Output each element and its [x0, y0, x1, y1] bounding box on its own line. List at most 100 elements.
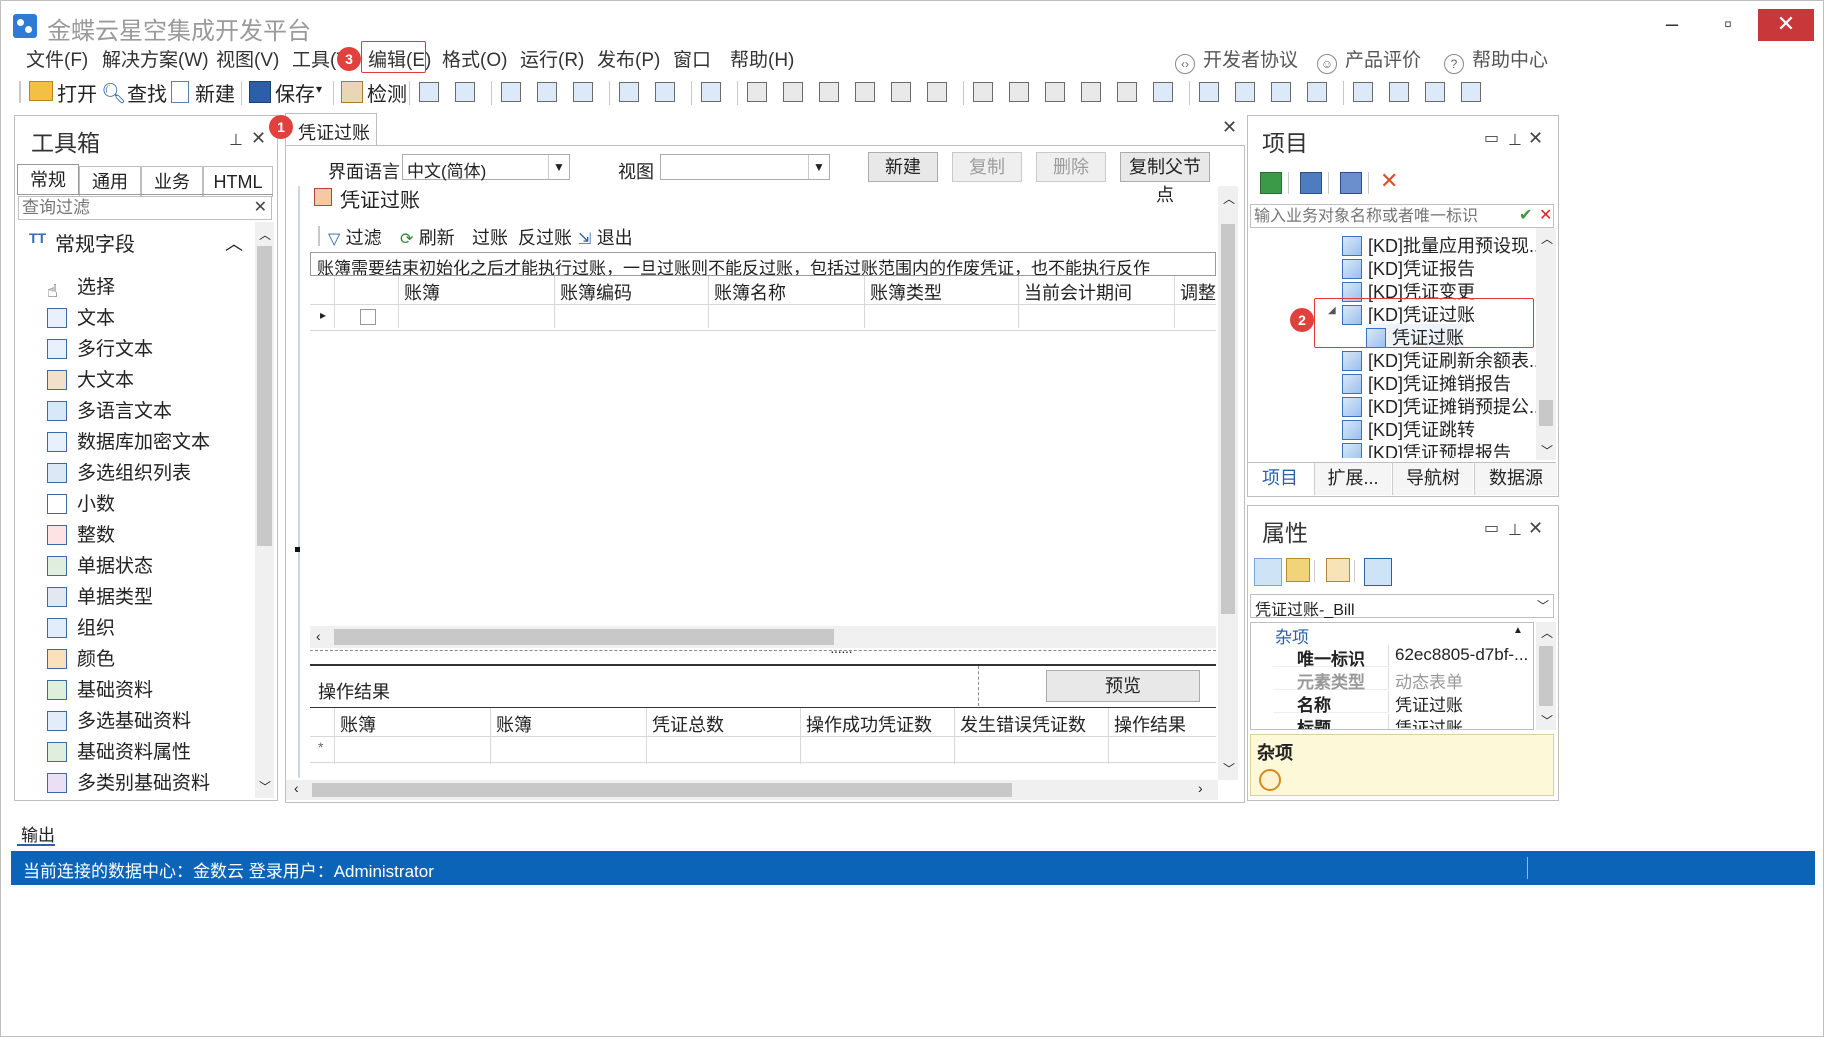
tab-nav-tree[interactable]: 导航树: [1392, 463, 1473, 495]
view-select[interactable]: ▼: [660, 154, 830, 180]
layer-icon[interactable]: [1235, 82, 1255, 102]
edit-page-icon[interactable]: [1326, 558, 1350, 582]
scroll-left-icon[interactable]: ‹: [294, 780, 299, 796]
col-book-type[interactable]: 账簿类型: [870, 279, 942, 305]
refresh-project-icon[interactable]: [1260, 172, 1282, 194]
delete-x-icon[interactable]: ✕: [1380, 168, 1398, 194]
scroll-thumb[interactable]: [257, 246, 272, 546]
help-center-link[interactable]: ? 帮助中心: [1444, 45, 1548, 74]
scroll-thumb[interactable]: [1539, 646, 1553, 706]
paste-icon[interactable]: [1389, 82, 1409, 102]
align-left-icon[interactable]: [747, 82, 767, 102]
col-adjust-period[interactable]: 调整期: [1180, 279, 1216, 305]
toolbox-item-multi-base-data[interactable]: 多选基础资料: [47, 706, 191, 734]
tree-item[interactable]: [KD]批量应用预设现...: [1342, 232, 1536, 256]
scroll-thumb[interactable]: [312, 783, 1012, 797]
doc-tab-voucher-posting[interactable]: 凭证过账: [285, 113, 377, 146]
tools-icon[interactable]: [537, 82, 557, 102]
lock-icon[interactable]: [1425, 82, 1445, 102]
toolbox-item-select[interactable]: ☝ 选择: [47, 272, 115, 302]
align-center-icon[interactable]: [783, 82, 803, 102]
tree-item[interactable]: [KD]凭证刷新余额表...: [1342, 347, 1536, 371]
tab-project[interactable]: 项目: [1248, 463, 1312, 495]
delete-view-button[interactable]: 删除: [1036, 152, 1106, 182]
tree-item[interactable]: [KD]凭证预提报告: [1342, 439, 1511, 458]
window-icon[interactable]: ▭: [1484, 128, 1499, 148]
toolbox-item-large-text[interactable]: 大文本: [47, 365, 134, 393]
action-post[interactable]: 过账: [472, 224, 508, 250]
scroll-thumb[interactable]: [1221, 224, 1235, 614]
property-row[interactable]: 唯一标识 62ec8805-d7bf-...: [1251, 645, 1533, 669]
developer-agreement-link[interactable]: ‹› 开发者协议: [1175, 45, 1298, 74]
tab-order-icon[interactable]: [1199, 82, 1219, 102]
scroll-up-icon[interactable]: ︿: [1541, 230, 1553, 247]
form-design-icon[interactable]: [419, 82, 439, 102]
rcol-book-2[interactable]: 账簿: [496, 711, 532, 737]
toolbox-item-multi-category-base-data[interactable]: 多类别基础资料: [47, 768, 210, 796]
menu-format[interactable]: 格式(O): [442, 45, 507, 72]
sort-alpha-icon[interactable]: [1286, 558, 1310, 582]
same-width-icon[interactable]: [973, 82, 993, 102]
close-panel-icon[interactable]: ✕: [1528, 128, 1543, 149]
align-bottom-icon[interactable]: [927, 82, 947, 102]
property-scrollbar[interactable]: ︿ ﹀: [1536, 622, 1556, 730]
action-refresh[interactable]: ⟳ 刷新: [400, 224, 455, 250]
menu-window[interactable]: 窗口: [673, 45, 711, 72]
tab-extensions[interactable]: 扩展...: [1314, 463, 1391, 495]
project-search[interactable]: ✔ ✕: [1250, 204, 1554, 228]
toolbox-item-decimal[interactable]: 小数: [47, 489, 115, 517]
toolbox-item-bill-status[interactable]: 单据状态: [47, 551, 153, 579]
same-size-icon[interactable]: [1045, 82, 1065, 102]
output-tab[interactable]: 输出: [21, 821, 55, 846]
rcol-result[interactable]: 操作结果: [1114, 711, 1186, 737]
scroll-up-icon[interactable]: ︿: [1541, 624, 1553, 641]
toolbox-filter[interactable]: ✕: [18, 196, 272, 220]
tree-item[interactable]: [KD]凭证摊销报告: [1342, 370, 1511, 394]
business-object-icon[interactable]: [1340, 172, 1362, 194]
rcol-book[interactable]: 账簿: [340, 711, 376, 737]
align-middle-icon[interactable]: [891, 82, 911, 102]
pin-icon[interactable]: ⊥: [1508, 130, 1522, 150]
send-back-icon[interactable]: [1307, 82, 1327, 102]
toolbox-item-multilang-text[interactable]: 多语言文本: [47, 396, 172, 424]
pin-icon[interactable]: ⊥: [229, 130, 243, 150]
window-icon[interactable]: ▭: [1484, 518, 1499, 538]
calendar-icon[interactable]: [1461, 82, 1481, 102]
clear-icon[interactable]: ✕: [254, 197, 267, 217]
property-row[interactable]: 名称 凭证过账: [1251, 691, 1533, 715]
designer-hscrollbar[interactable]: ‹ ›: [286, 780, 1218, 800]
toolbox-item-text[interactable]: 文本: [47, 303, 115, 331]
splitter-grip[interactable]: ······: [830, 643, 853, 659]
rcol-success[interactable]: 操作成功凭证数: [806, 711, 932, 737]
rcol-total[interactable]: 凭证总数: [652, 711, 724, 737]
property-row[interactable]: 元素类型 动态表单: [1251, 668, 1533, 692]
toolbox-item-base-data[interactable]: 基础资料: [47, 675, 153, 703]
scroll-down-icon[interactable]: ﹀: [1541, 442, 1553, 459]
grid-row[interactable]: ▸: [310, 304, 1216, 331]
redo-icon[interactable]: [655, 82, 675, 102]
close-panel-icon[interactable]: ✕: [251, 128, 266, 149]
property-pages-icon[interactable]: [1364, 558, 1392, 586]
product-review-link[interactable]: ☺ 产品评价: [1317, 45, 1421, 74]
col-current-period[interactable]: 当前会计期间: [1024, 279, 1132, 305]
delete-icon[interactable]: [701, 82, 721, 102]
scroll-up-icon[interactable]: ︿: [1223, 190, 1235, 207]
grid-hscrollbar[interactable]: ‹: [310, 626, 1216, 648]
align-right-icon[interactable]: [819, 82, 839, 102]
menu-view[interactable]: 视图(V): [216, 45, 279, 72]
collapse-icon[interactable]: ▲: [1513, 625, 1523, 636]
toolbox-item-integer[interactable]: 整数: [47, 520, 115, 548]
splitter[interactable]: ······: [310, 643, 1216, 665]
toolbox-item-multiline-text[interactable]: 多行文本: [47, 334, 153, 362]
object-selector[interactable]: 凭证过账-_Bill ﹀: [1250, 594, 1554, 619]
grid-icon[interactable]: [1153, 82, 1173, 102]
copy-icon[interactable]: [1353, 82, 1373, 102]
tree-item[interactable]: [KD]凭证报告: [1342, 255, 1475, 279]
resize-handle[interactable]: [295, 547, 300, 552]
category-row[interactable]: 杂项 ▲: [1251, 623, 1533, 647]
action-filter[interactable]: ▽ 过滤: [328, 224, 382, 250]
dropdown-arrow-icon[interactable]: ▾: [316, 82, 322, 96]
copy-view-button[interactable]: 复制: [952, 152, 1022, 182]
scroll-thumb[interactable]: [1539, 400, 1553, 426]
toolbox-item-multi-org-list[interactable]: 多选组织列表: [47, 458, 191, 486]
